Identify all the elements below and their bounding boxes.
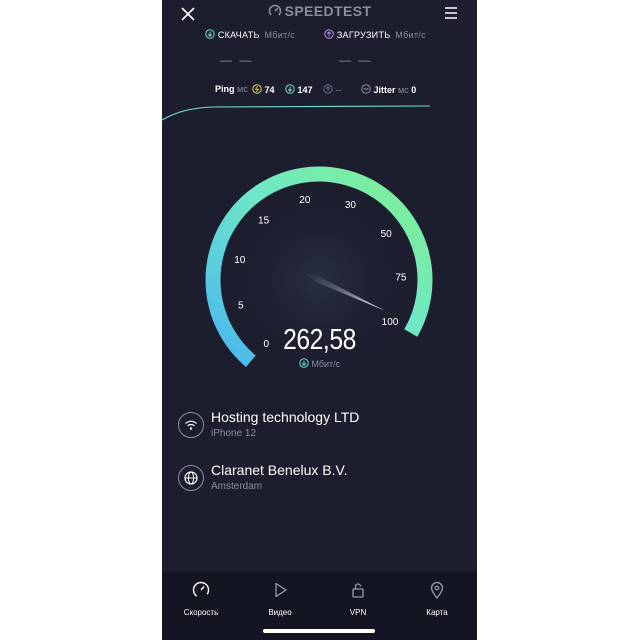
server-location: Amsterdam [211, 481, 263, 492]
jitter-group: Jitter мс 0 [361, 84, 416, 95]
download-icon [205, 29, 215, 39]
home-indicator[interactable] [263, 629, 375, 633]
jitter-unit: мс [398, 85, 409, 95]
server-row[interactable]: Claranet Benelux B.V. Amsterdam [178, 462, 468, 502]
current-speed-value: 262,58 [283, 324, 356, 356]
app-logo: SPEEDTEST [162, 3, 477, 19]
map-pin-icon [430, 581, 444, 600]
upload-unit: Мбит/с [395, 30, 426, 40]
server-icon-circle [178, 465, 204, 491]
upload-value: — — [339, 53, 373, 67]
tab-map[interactable]: Карта [407, 580, 467, 617]
download-value: — — [220, 53, 254, 67]
tab-speed-label: Скорость [183, 608, 219, 617]
download-indicator-icon [299, 358, 309, 368]
ping-download-icon [285, 84, 295, 94]
gauge-tick-label: 30 [345, 200, 357, 211]
tab-vpn[interactable]: VPN [328, 580, 388, 617]
tab-vpn-label: VPN [349, 608, 367, 617]
tab-video-label: Видео [268, 608, 292, 617]
ping-idle-icon [252, 84, 262, 94]
gauge-tick-label: 5 [238, 301, 244, 312]
tab-speed[interactable]: Скорость [171, 580, 231, 617]
speedtest-logo-icon [268, 4, 281, 18]
ping-download: 147 [285, 84, 313, 95]
upload-icon [324, 29, 334, 39]
menu-icon [445, 7, 457, 19]
lock-icon [352, 583, 364, 598]
download-header: СКАЧАТЬ Мбит/с [205, 29, 295, 40]
speed-graph-line [162, 105, 431, 121]
gauge-tick-label: 10 [234, 255, 246, 266]
ping-upload: -- [323, 84, 342, 95]
tab-video[interactable]: Видео [250, 580, 310, 617]
upload-label: ЗАГРУЗИТЬ [336, 30, 391, 40]
gauge-tick-label: 15 [258, 216, 270, 227]
provider-row[interactable]: Hosting technology LTD iPhone 12 [178, 409, 468, 449]
menu-button[interactable] [442, 4, 460, 22]
speedtest-screen: SPEEDTEST СКАЧАТЬ Мбит/с — — ЗАГРУЗИТЬ М… [162, 0, 477, 640]
jitter-icon [361, 84, 371, 94]
ping-label-group: Ping мс [215, 84, 248, 94]
provider-name: Hosting technology LTD [211, 409, 360, 425]
play-icon [275, 582, 287, 598]
logo-text: SPEEDTEST [284, 3, 372, 19]
gauge-tick-label: 75 [395, 272, 407, 283]
current-speed-unit-row: Мбит/с [162, 358, 477, 369]
gauge-tick-label: 20 [299, 195, 311, 206]
provider-icon-circle [178, 412, 204, 438]
wifi-icon [185, 420, 197, 430]
ping-upload-value: -- [335, 85, 342, 95]
ping-idle: 74 [252, 84, 275, 95]
ping-download-value: 147 [297, 85, 313, 95]
upload-header: ЗАГРУЗИТЬ Мбит/с [324, 29, 426, 40]
server-name: Claranet Benelux B.V. [211, 462, 348, 478]
jitter-label: Jitter [373, 85, 396, 95]
gauge-tick-label: 50 [381, 229, 393, 240]
ping-idle-value: 74 [264, 85, 275, 95]
speedometer-icon [192, 581, 210, 599]
ping-label: Ping [215, 84, 235, 94]
download-label: СКАЧАТЬ [217, 30, 260, 40]
jitter-value: 0 [411, 85, 417, 95]
current-speed-unit: Мбит/с [311, 359, 341, 369]
provider-device: iPhone 12 [211, 428, 257, 439]
globe-icon [184, 471, 198, 485]
download-unit: Мбит/с [264, 30, 296, 40]
tab-map-label: Карта [426, 608, 448, 617]
ping-unit: мс [237, 84, 248, 94]
ping-upload-icon [323, 84, 333, 94]
